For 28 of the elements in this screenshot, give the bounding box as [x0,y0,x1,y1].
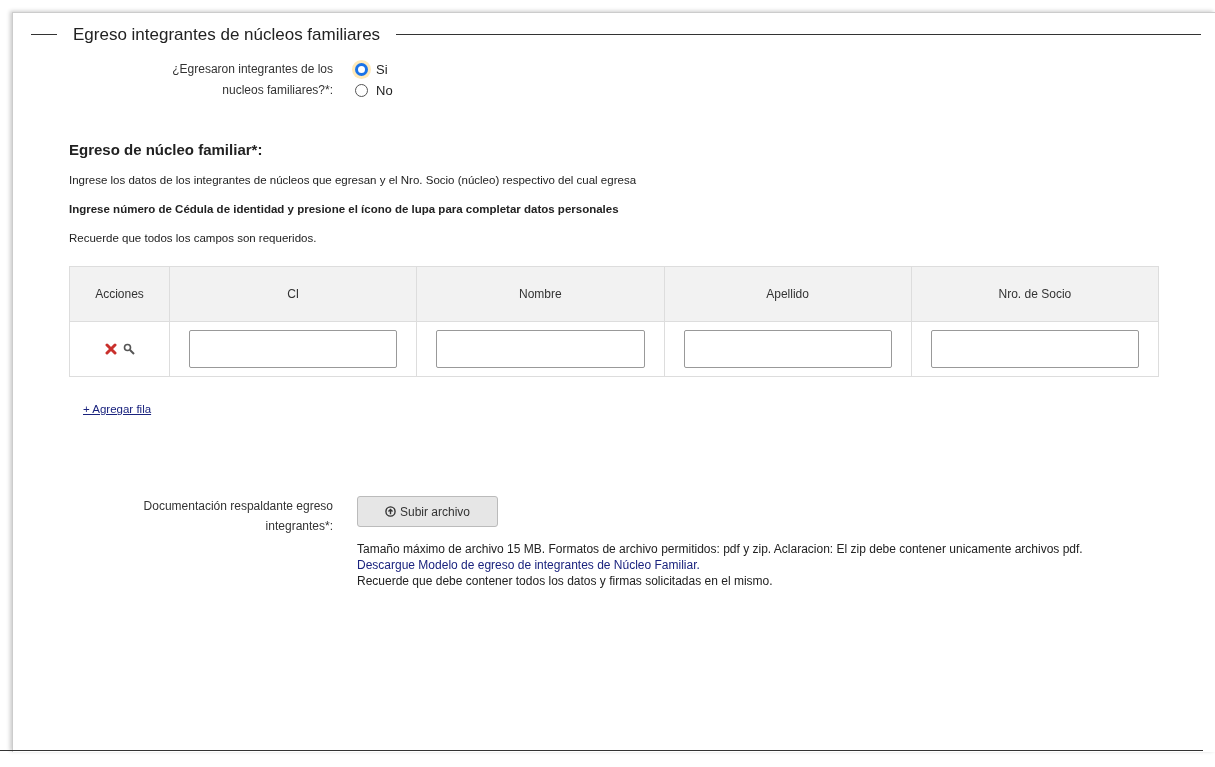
upload-label: Documentación respaldante egreso integrantes*: [142,498,333,536]
help-text: Tamaño máximo de archivo 15 MB. Formatos de archivo permitidos: pdf y zip. Aclaracion: El zip debe contener unicamente archivos pdf. [357,541,1084,558]
radio-label: Si [376,60,388,79]
radio-label: No [376,81,393,100]
radio-button[interactable] [355,84,368,97]
text-input[interactable] [436,330,645,369]
column-header: Nombre [416,266,664,322]
download-link[interactable]: Descargue Modelo de egreso de integrantes de Núcleo Familiar. [357,557,700,574]
text-input[interactable] [930,330,1139,369]
note-text: Recuerde que todos los campos son requeridos. [69,231,318,246]
question-label: ¿Egresaron integrantes de los nucleos familiares?*: [171,61,333,99]
text-input[interactable] [189,330,398,369]
column-header: Apellido [664,266,912,322]
search-icon[interactable] [122,343,135,356]
reminder-text: Recuerde que debe contener todos los datos y firmas solicitadas en el mismo. [357,573,774,590]
instruction-text: Ingrese número de Cédula de identidad y presione el ícono de lupa para completar datos personales [69,201,620,217]
add-row-link[interactable]: + Agregar fila [83,401,152,419]
intro-text: Ingrese los datos de los integrantes de núcleos que egresan y el Nro. Socio (núcleo) respectivo del cual egresa [69,172,638,188]
section-legend: Egreso integrantes de núcleos familiares [57,26,397,43]
subsection-title: Egreso de núcleo familiar*: [69,140,264,160]
text-input[interactable] [683,330,892,369]
column-header: CI [169,266,417,322]
delete-icon[interactable] [104,343,117,356]
column-header: Nro. de Socio [911,266,1159,322]
column-header: Acciones [69,266,170,322]
radio-button[interactable] [355,63,368,76]
upload-icon [385,506,396,518]
upload-button[interactable]: Subir archivo [357,496,498,528]
